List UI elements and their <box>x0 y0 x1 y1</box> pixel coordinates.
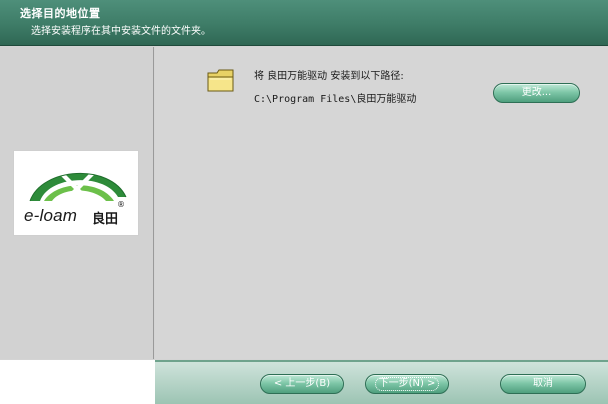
footer-left-blank <box>0 360 155 404</box>
logo-registered-mark: ® <box>117 200 125 209</box>
back-button[interactable]: < 上一步(B) <box>260 374 344 394</box>
e-loam-logo-icon <box>29 171 127 202</box>
next-button[interactable]: 下一步(N) > <box>365 374 449 394</box>
left-panel: e-loam 良田 ® <box>0 47 154 359</box>
page-subtitle: 选择安装程序在其中安装文件的文件夹。 <box>31 26 211 37</box>
folder-icon <box>207 69 234 92</box>
cancel-button[interactable]: 取消 <box>500 374 586 394</box>
logo-wordmark: e-loam <box>24 206 78 225</box>
install-path: C:\Program Files\良田万能驱动 <box>254 94 417 105</box>
header-bar: 选择目的地位置 选择安装程序在其中安装文件的文件夹。 <box>0 0 608 46</box>
install-message: 将 良田万能驱动 安装到以下路径: <box>254 71 404 82</box>
focus-ring <box>375 377 439 391</box>
page-title: 选择目的地位置 <box>20 7 101 20</box>
brand-logo: e-loam 良田 ® <box>13 150 139 236</box>
change-button[interactable]: 更改... <box>493 83 580 103</box>
logo-chinese: 良田 <box>92 212 119 227</box>
installer-window: 选择目的地位置 选择安装程序在其中安装文件的文件夹。 e-loam 良田 ® 将… <box>0 0 608 404</box>
